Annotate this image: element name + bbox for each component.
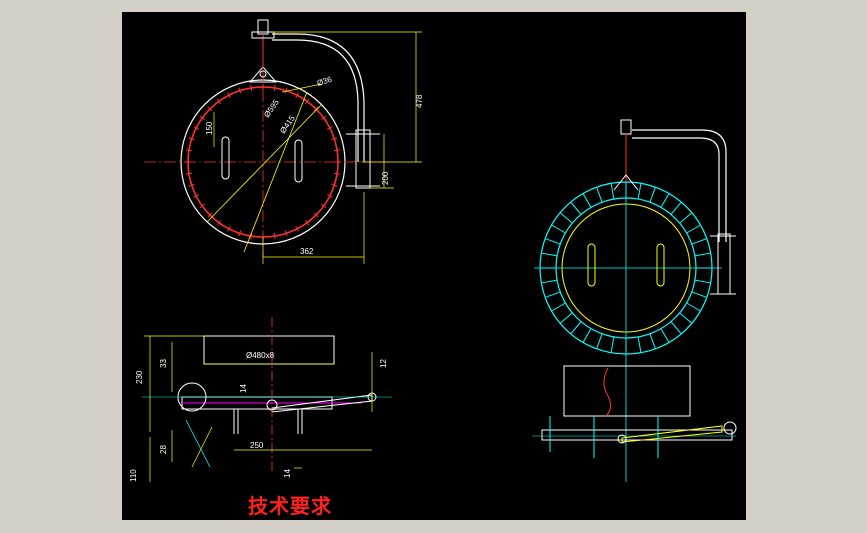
ring-tick (582, 328, 592, 343)
ring-tick (637, 183, 642, 200)
ring-tick (545, 291, 561, 298)
dim-pipe: Ø480x8 (246, 351, 275, 360)
right-curved-arm-inner (632, 137, 720, 242)
ring-tick (334, 172, 341, 175)
dim-28: 28 (159, 445, 168, 454)
ring-tick (670, 321, 682, 335)
ring-tick (649, 187, 656, 203)
technical-requirements-note: 技术要求 (248, 494, 332, 518)
right-curved-arm (632, 129, 727, 242)
leader-cyan (185, 419, 211, 468)
cad-viewer: Ø36 Ø595 Ø415 478 150 200 362 Ø480x8 33 … (0, 0, 867, 533)
right-lever-end (723, 421, 737, 435)
ring-tick (679, 212, 693, 224)
ring-tick (686, 224, 701, 234)
ring-tick (694, 279, 711, 284)
dim-outer-dia: Ø595 (262, 98, 281, 120)
ring-tick (596, 187, 603, 203)
dim-14-bottom: 14 (283, 469, 292, 478)
dim-110: 110 (129, 469, 138, 482)
ring-tick (637, 336, 642, 353)
ring-tick (551, 302, 566, 312)
ring-tick (686, 302, 701, 312)
right-top-bolt (620, 119, 632, 135)
ring-tick (670, 201, 682, 215)
ring-tick (250, 84, 253, 91)
right-flange (541, 429, 733, 441)
dim-height: 478 (415, 94, 424, 108)
dim-arc: Ø36 (316, 74, 334, 87)
ring-tick (610, 336, 615, 353)
ring-tick (582, 193, 592, 208)
right-slot-left (587, 243, 596, 287)
dim-total-height: 230 (135, 370, 144, 384)
break-line (603, 367, 612, 417)
dim-12: 12 (379, 359, 388, 368)
ring-tick (570, 201, 582, 215)
ring-tick (679, 312, 693, 324)
ring-tick (541, 279, 558, 284)
ring-tick (541, 252, 558, 257)
ring-tick (545, 238, 561, 245)
slot-right (294, 139, 303, 183)
ring-tick (559, 312, 573, 324)
right-pipe-body (563, 365, 691, 417)
bolts (233, 409, 303, 434)
ring-tick (570, 321, 582, 335)
ring-tick (610, 183, 615, 200)
dim-length: 250 (250, 441, 264, 450)
ring-tick (551, 224, 566, 234)
dim-offset: 200 (381, 171, 390, 185)
ring-tick (691, 291, 707, 298)
diameter-line-1 (206, 103, 323, 223)
cad-drawing: Ø36 Ø595 Ø415 478 150 200 362 Ø480x8 33 … (129, 19, 737, 482)
curved-arm-inner (272, 39, 359, 162)
front-view: Ø36 Ø595 Ø415 478 150 200 362 (144, 19, 424, 264)
drawing-canvas: Ø36 Ø595 Ø415 478 150 200 362 Ø480x8 33 … (122, 12, 746, 520)
ring-tick (273, 233, 276, 240)
ring-tick (649, 333, 656, 349)
right-bolts (549, 416, 659, 458)
dim-slot: 150 (205, 121, 214, 135)
dim-14-top: 14 (239, 384, 248, 393)
ring-tick (691, 238, 707, 245)
right-slot-right (656, 243, 665, 287)
ring-tick (334, 149, 341, 152)
front-dimensions (213, 31, 422, 264)
ring-tick (694, 252, 711, 257)
right-bracket (717, 233, 731, 295)
side-view: Ø480x8 33 230 14 12 28 250 14 110 (129, 317, 392, 482)
curved-arm (272, 33, 365, 162)
ring-tick (185, 149, 192, 152)
dim-h1: 33 (159, 359, 168, 368)
ring-tick (273, 84, 276, 91)
slot-left (221, 136, 230, 180)
ring-tick (596, 333, 603, 349)
ring-tick (559, 212, 573, 224)
ring-tick (660, 328, 670, 343)
dim-width: 362 (300, 247, 314, 256)
ring-tick (185, 172, 192, 175)
ring-tick (660, 193, 670, 208)
right-side-view (532, 365, 737, 458)
